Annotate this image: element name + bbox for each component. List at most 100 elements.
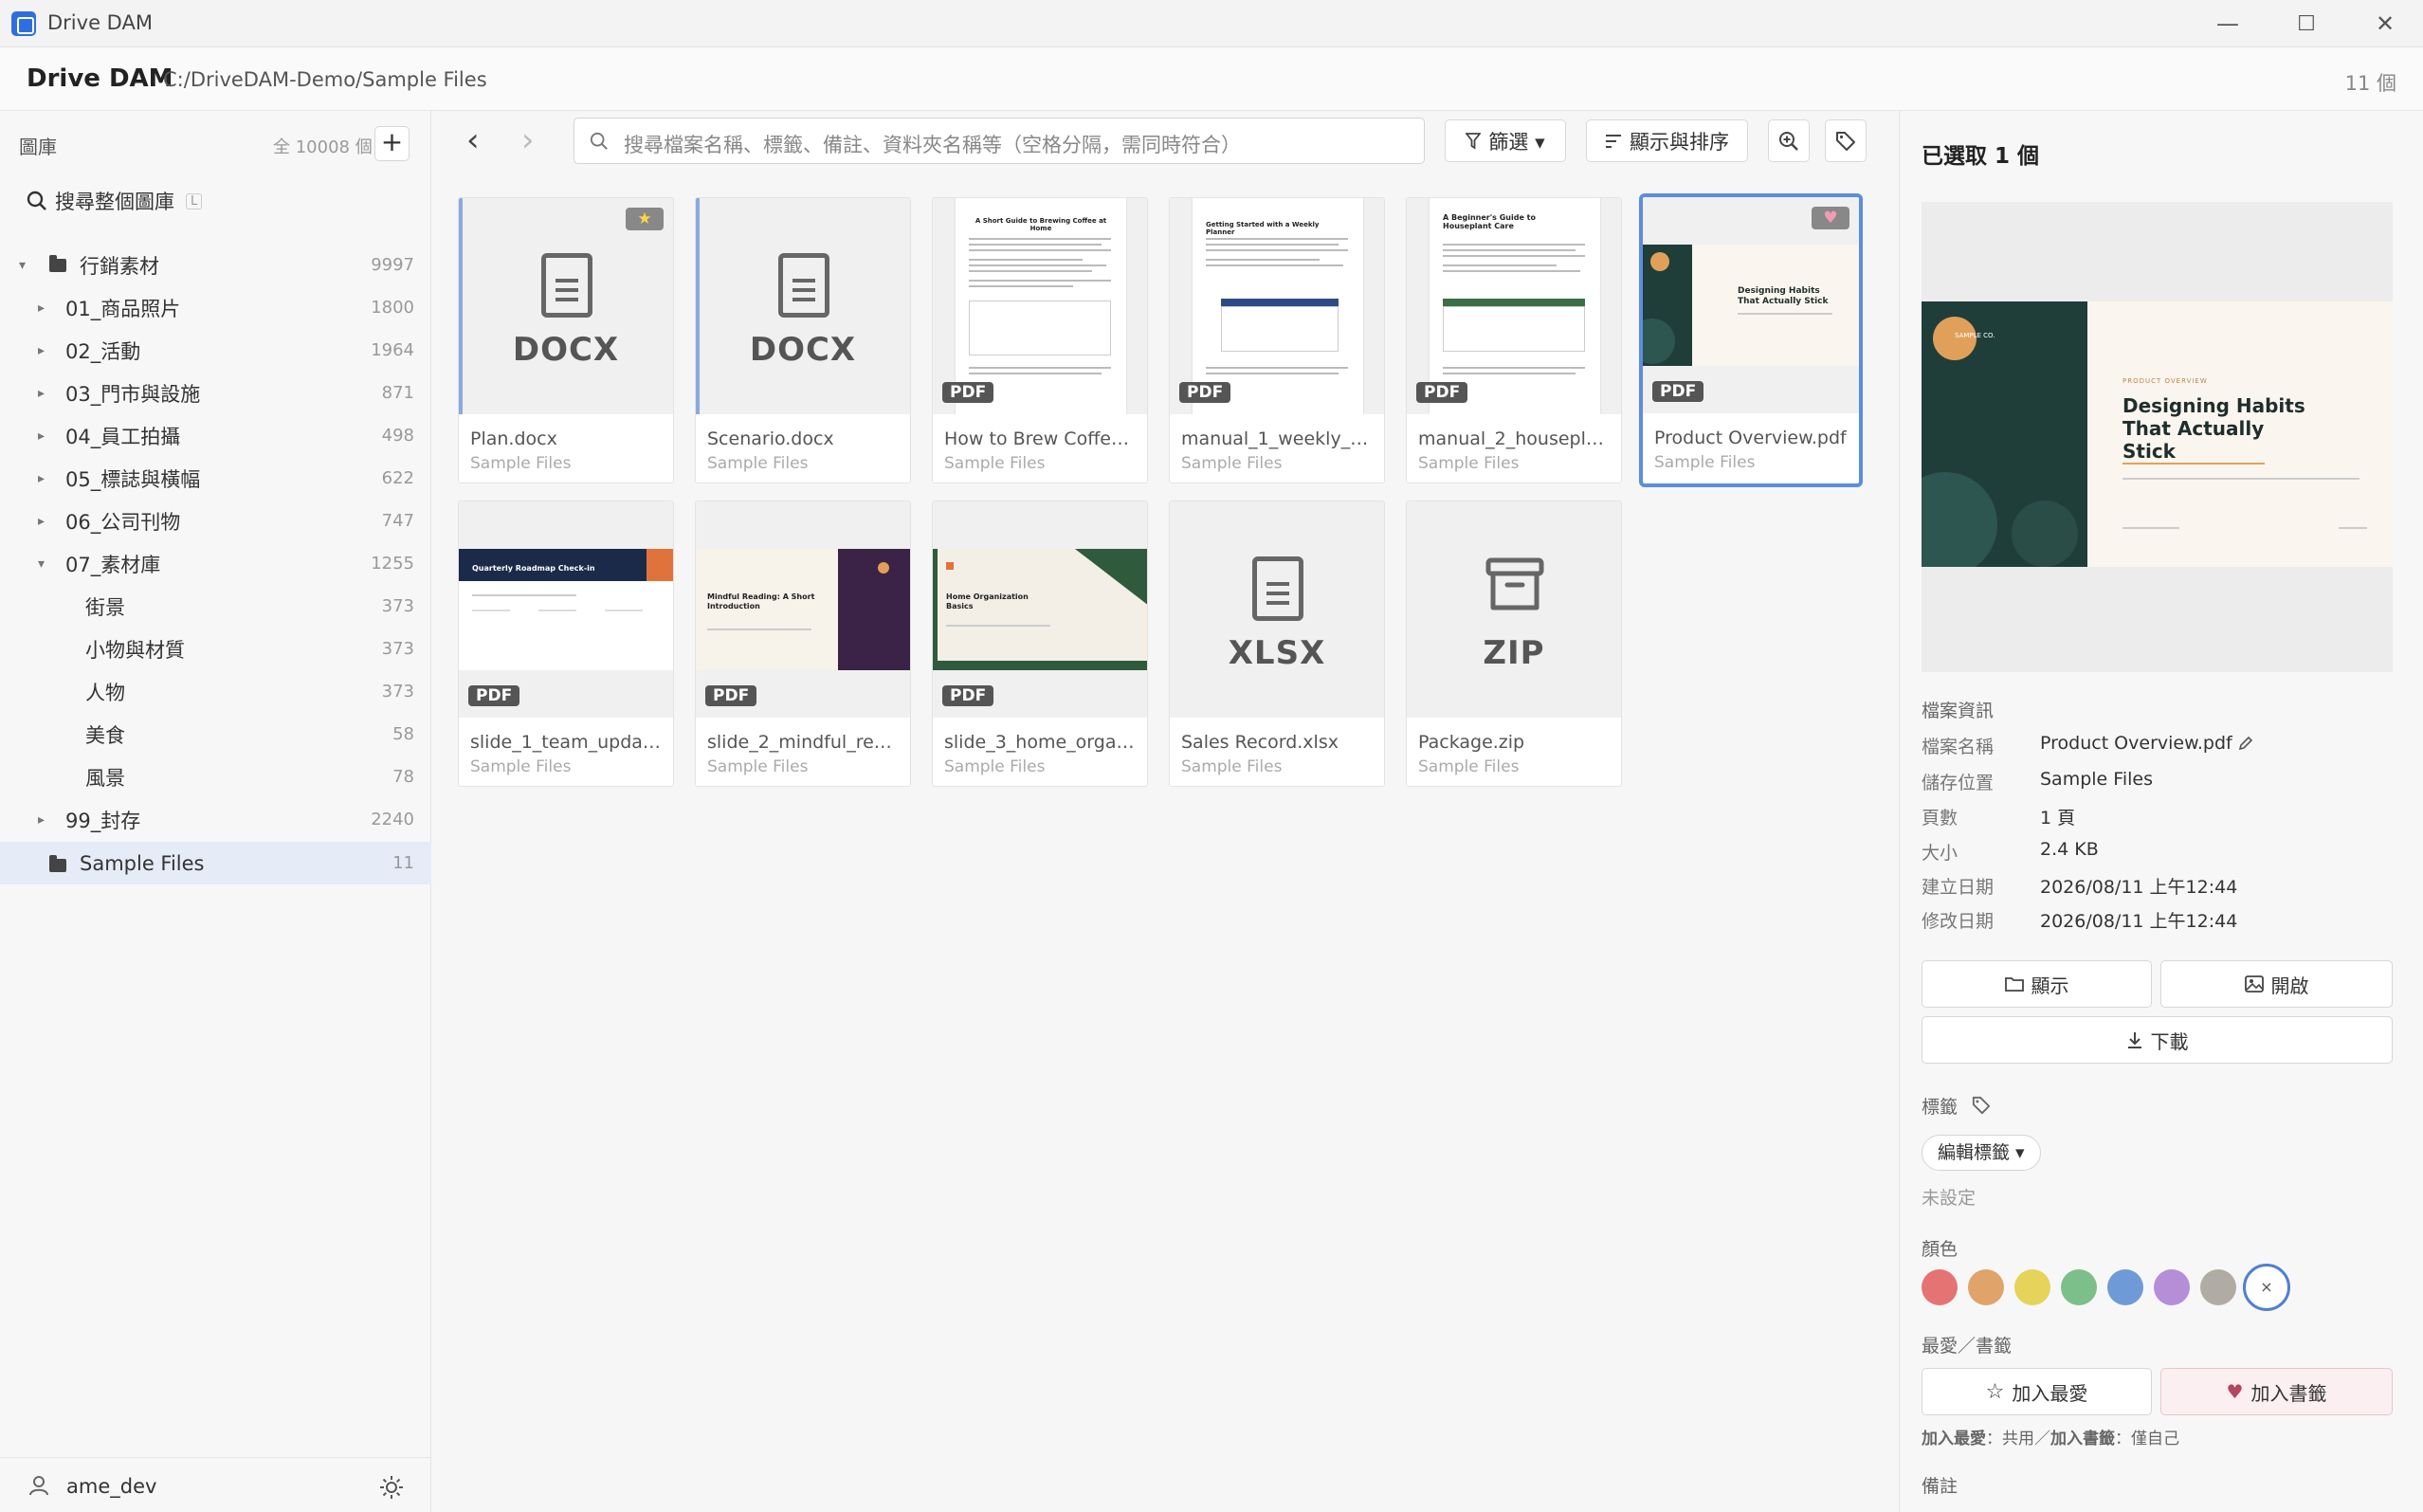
add-favorite-button[interactable]: ☆ 加入最愛 [1922, 1368, 2152, 1415]
file-card[interactable]: XLSX Sales Record.xlsx Sample Files [1169, 501, 1385, 787]
color-swatch-orange[interactable] [1968, 1269, 2004, 1305]
chevron-right-icon[interactable]: ▸ [38, 301, 45, 316]
folder-icon [49, 255, 66, 272]
file-name: slide_2_mindful_readin... [707, 732, 901, 753]
search-library-button[interactable]: 搜尋整個圖庫 L [27, 187, 203, 215]
display-sort-button[interactable]: 顯示與排序 [1586, 119, 1748, 162]
chevron-right-icon[interactable]: ▸ [38, 428, 45, 444]
tree-item[interactable]: ▸ 03_門市與設施 871 [0, 372, 431, 414]
tree-item-count: 373 [381, 596, 414, 616]
folder-open-icon [2004, 977, 2024, 992]
tree-item[interactable]: ▾ 07_素材庫 1255 [0, 542, 431, 585]
color-swatch-gray[interactable] [2200, 1269, 2236, 1305]
chevron-right-icon[interactable]: ▸ [38, 386, 45, 401]
user-row: ame_dev [0, 1457, 431, 1512]
star-icon: ★ [626, 208, 664, 230]
tree-item[interactable]: 美食 58 [0, 713, 431, 756]
tree-item-count: 58 [392, 724, 414, 744]
tree-item[interactable]: 人物 373 [0, 670, 431, 713]
chevron-right-icon[interactable]: ▸ [38, 471, 45, 486]
tree-item[interactable]: 小物與材質 373 [0, 628, 431, 670]
file-thumbnail: Quarterly Roadmap Check-in PDF [459, 501, 673, 718]
favorites-note-fav-desc: ：共用／ [1986, 1430, 2050, 1448]
tree-item[interactable]: 街景 373 [0, 585, 431, 628]
edit-tags-button[interactable]: 編輯標籤 ▾ [1922, 1135, 2041, 1171]
file-card[interactable]: Mindful Reading: A Short Introduction PD… [695, 501, 911, 787]
color-swatch-green[interactable] [2061, 1269, 2097, 1305]
tag-filter-button[interactable] [1825, 119, 1867, 162]
search-icon [27, 191, 46, 210]
file-name: Plan.docx [470, 428, 557, 449]
file-card-selected[interactable]: Designing Habits That Actually Stick ♥ P… [1639, 193, 1863, 487]
tree-item-marketing[interactable]: ▾ 行銷素材 9997 [0, 244, 431, 286]
file-card[interactable]: Home Organization Basics PDF slide_3_hom… [932, 501, 1148, 787]
color-swatch-yellow[interactable] [2014, 1269, 2050, 1305]
file-thumbnail: XLSX [1170, 501, 1384, 718]
favorites-note-bm: 加入書籤 [2050, 1430, 2115, 1448]
info-file-name: Product Overview.pdf [2040, 733, 2232, 754]
tree-item-label: 03_門市與設施 [65, 382, 201, 406]
tree-item[interactable]: ▸ 06_公司刊物 747 [0, 500, 431, 542]
zoom-button[interactable] [1768, 119, 1810, 162]
close-button[interactable]: ✕ [2347, 0, 2423, 47]
file-thumbnail: ZIP [1407, 501, 1621, 718]
tree-item[interactable]: ▸ 01_商品照片 1800 [0, 286, 431, 329]
maximize-button[interactable]: ☐ [2268, 0, 2344, 47]
file-thumbnail: A Short Guide to Brewing Coffee at Home … [933, 198, 1147, 414]
pencil-icon[interactable] [2237, 735, 2254, 752]
window-title: Drive DAM [47, 11, 153, 34]
info-pages: 1 頁 [2040, 808, 2076, 829]
zoom-in-icon [1779, 131, 1798, 151]
preview-slide: SAMPLE CO. PRODUCT OVERVIEW Designing Ha… [1922, 301, 2393, 567]
file-location: Sample Files [1418, 757, 1520, 776]
details-panel: 已選取 1 個 SAMPLE CO. PRODUCT OVERVIEW Desi… [1899, 111, 2423, 1512]
slide-preview: Home Organization Basics [933, 549, 1147, 670]
file-card[interactable]: Quarterly Roadmap Check-in PDF slide_1_t… [458, 501, 674, 787]
favorites-note: 加入最愛：共用／加入書籤：僅自己 [1922, 1425, 2179, 1448]
tree-item[interactable]: ▸ 99_封存 2240 [0, 798, 431, 841]
download-button[interactable]: 下載 [1922, 1016, 2393, 1064]
search-placeholder: 搜尋檔案名稱、標籤、備註、資料夾名稱等（空格分隔，需同時符合） [624, 134, 1241, 156]
search-input[interactable]: 搜尋檔案名稱、標籤、備註、資料夾名稱等（空格分隔，需同時符合） [574, 118, 1425, 164]
info-key: 儲存位置 [1922, 773, 1995, 793]
color-swatch-red[interactable] [1922, 1269, 1958, 1305]
tag-icon [1836, 131, 1855, 151]
add-bookmark-button[interactable]: ♥ 加入書籤 [2160, 1368, 2393, 1415]
file-card[interactable]: A Beginner's Guide to Houseplant Care PD… [1406, 197, 1622, 483]
file-card[interactable]: ZIP Package.zip Sample Files [1406, 501, 1622, 787]
open-button[interactable]: 開啟 [2160, 960, 2393, 1008]
show-button[interactable]: 顯示 [1922, 960, 2152, 1008]
chevron-right-icon[interactable]: ▸ [38, 812, 45, 828]
tree-item[interactable]: ▸ 05_標誌與橫幅 622 [0, 457, 431, 500]
file-card[interactable]: DOCX Scenario.docx Sample Files [695, 197, 911, 483]
file-card[interactable]: Getting Started with a Weekly Planner PD… [1169, 197, 1385, 483]
slide-title: Quarterly Roadmap Check-in [472, 564, 595, 573]
file-thumbnail: Getting Started with a Weekly Planner PD… [1170, 198, 1384, 414]
chevron-right-icon[interactable]: ▸ [38, 514, 45, 529]
item-count: 11 個 [2344, 72, 2396, 95]
tree-item[interactable]: 風景 78 [0, 756, 431, 798]
tree-item[interactable]: ▸ 04_員工拍攝 498 [0, 414, 431, 457]
preview-heading: Getting Started with a Weekly Planner [1206, 221, 1320, 236]
tree-item-sample-files[interactable]: Sample Files 11 [0, 842, 431, 884]
back-button[interactable]: ‹ [466, 121, 480, 159]
color-swatch-blue[interactable] [2107, 1269, 2143, 1305]
file-card[interactable]: A Short Guide to Brewing Coffee at Home … [932, 197, 1148, 483]
add-library-button[interactable]: + [374, 126, 410, 161]
file-card[interactable]: DOCX ★ Plan.docx Sample Files [458, 197, 674, 483]
file-type-badge: PDF [1652, 381, 1704, 402]
tree-item-count: 2240 [371, 810, 414, 829]
info-location: Sample Files [2040, 769, 2153, 790]
chevron-down-icon[interactable]: ▾ [38, 556, 45, 572]
tree-item[interactable]: ▸ 02_活動 1964 [0, 329, 431, 372]
forward-button[interactable]: › [521, 121, 535, 159]
color-clear-button[interactable]: × [2243, 1264, 2290, 1311]
chevron-right-icon[interactable]: ▸ [38, 343, 45, 358]
color-swatch-purple[interactable] [2154, 1269, 2190, 1305]
minimize-button[interactable]: — [2190, 0, 2266, 47]
filter-button[interactable]: 篩選 ▾ [1445, 119, 1566, 162]
theme-toggle-icon[interactable] [379, 1475, 404, 1500]
chevron-down-icon[interactable]: ▾ [19, 258, 26, 273]
tree-item-count: 622 [381, 468, 414, 488]
tags-title: 標籤 [1922, 1097, 1958, 1118]
